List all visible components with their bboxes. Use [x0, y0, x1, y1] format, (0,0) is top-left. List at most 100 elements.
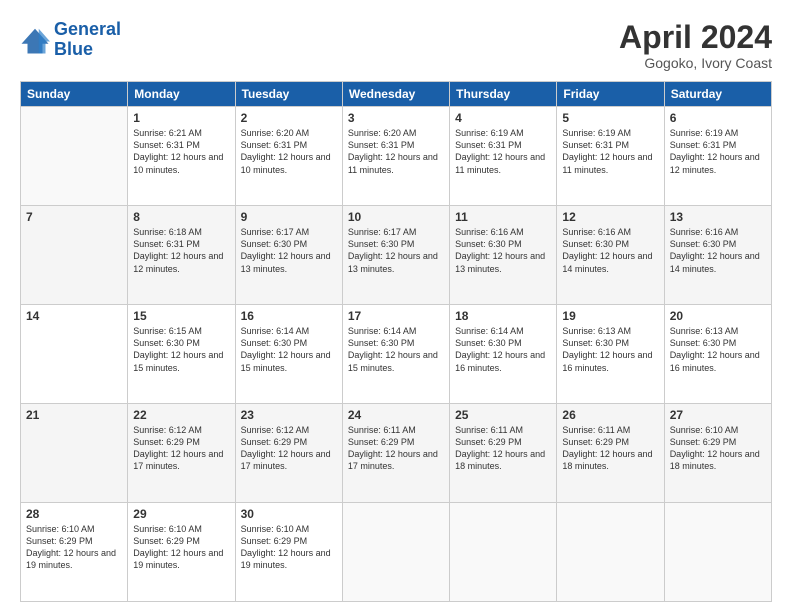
calendar-day-cell: [342, 503, 449, 602]
calendar-day-cell: 21: [21, 404, 128, 503]
calendar-day-cell: 7: [21, 206, 128, 305]
calendar-day-cell: 14: [21, 305, 128, 404]
calendar-day-cell: [450, 503, 557, 602]
day-info: Sunrise: 6:17 AM Sunset: 6:30 PM Dayligh…: [241, 226, 337, 275]
calendar-day-cell: 3Sunrise: 6:20 AM Sunset: 6:31 PM Daylig…: [342, 107, 449, 206]
calendar-day-cell: 1Sunrise: 6:21 AM Sunset: 6:31 PM Daylig…: [128, 107, 235, 206]
day-info: Sunrise: 6:14 AM Sunset: 6:30 PM Dayligh…: [348, 325, 444, 374]
day-number: 3: [348, 111, 444, 125]
calendar-day-cell: [557, 503, 664, 602]
day-info: Sunrise: 6:10 AM Sunset: 6:29 PM Dayligh…: [133, 523, 229, 572]
day-info: Sunrise: 6:10 AM Sunset: 6:29 PM Dayligh…: [670, 424, 766, 473]
day-number: 30: [241, 507, 337, 521]
calendar-day-cell: 24 Sunrise: 6:11 AM Sunset: 6:29 PM Dayli…: [342, 404, 449, 503]
calendar-table: SundayMondayTuesdayWednesdayThursdayFrid…: [20, 81, 772, 602]
calendar-day-header: Wednesday: [342, 82, 449, 107]
calendar-day-cell: [21, 107, 128, 206]
day-info: Sunrise: 6:15 AM Sunset: 6:30 PM Dayligh…: [133, 325, 229, 374]
day-number: 13: [670, 210, 766, 224]
day-info: Sunrise: 6:13 AM Sunset: 6:30 PM Dayligh…: [670, 325, 766, 374]
calendar-header: SundayMondayTuesdayWednesdayThursdayFrid…: [21, 82, 772, 107]
calendar-day-cell: 17Sunrise: 6:14 AM Sunset: 6:30 PM Dayli…: [342, 305, 449, 404]
day-number: 12: [562, 210, 658, 224]
day-info: Sunrise: 6:16 AM Sunset: 6:30 PM Dayligh…: [670, 226, 766, 275]
calendar-day-cell: 26 Sunrise: 6:11 AM Sunset: 6:29 PM Dayli…: [557, 404, 664, 503]
day-number: 20: [670, 309, 766, 323]
day-number: 5: [562, 111, 658, 125]
calendar-day-cell: 9 Sunrise: 6:17 AM Sunset: 6:30 PM Daylig…: [235, 206, 342, 305]
calendar-day-cell: 15 Sunrise: 6:15 AM Sunset: 6:30 PM Dayli…: [128, 305, 235, 404]
day-info: Sunrise: 6:10 AM Sunset: 6:29 PM Dayligh…: [26, 523, 122, 572]
calendar-day-header: Friday: [557, 82, 664, 107]
day-number: 14: [26, 309, 122, 323]
calendar-week-row: 28 Sunrise: 6:10 AM Sunset: 6:29 PM Dayli…: [21, 503, 772, 602]
day-number: 4: [455, 111, 551, 125]
day-number: 9: [241, 210, 337, 224]
day-number: 16: [241, 309, 337, 323]
calendar-day-cell: 22Sunrise: 6:12 AM Sunset: 6:29 PM Dayli…: [128, 404, 235, 503]
calendar-day-cell: 19 Sunrise: 6:13 AM Sunset: 6:30 PM Dayli…: [557, 305, 664, 404]
calendar-day-cell: 27 Sunrise: 6:10 AM Sunset: 6:29 PM Dayli…: [664, 404, 771, 503]
calendar-day-cell: 18Sunrise: 6:14 AM Sunset: 6:30 PM Dayli…: [450, 305, 557, 404]
day-number: 28: [26, 507, 122, 521]
day-info: Sunrise: 6:18 AM Sunset: 6:31 PM Dayligh…: [133, 226, 229, 275]
calendar-week-row: 1Sunrise: 6:21 AM Sunset: 6:31 PM Daylig…: [21, 107, 772, 206]
day-number: 7: [26, 210, 122, 224]
calendar-day-header: Saturday: [664, 82, 771, 107]
calendar-day-cell: 11 Sunrise: 6:16 AM Sunset: 6:30 PM Dayli…: [450, 206, 557, 305]
day-number: 6: [670, 111, 766, 125]
header: General Blue April 2024 Gogoko, Ivory Co…: [20, 20, 772, 71]
day-info: Sunrise: 6:11 AM Sunset: 6:29 PM Dayligh…: [562, 424, 658, 473]
day-info: Sunrise: 6:20 AM Sunset: 6:31 PM Dayligh…: [241, 127, 337, 176]
day-number: 11: [455, 210, 551, 224]
logo: General Blue: [20, 20, 121, 60]
day-info: Sunrise: 6:14 AM Sunset: 6:30 PM Dayligh…: [241, 325, 337, 374]
calendar-day-cell: 20 Sunrise: 6:13 AM Sunset: 6:30 PM Dayli…: [664, 305, 771, 404]
day-info: Sunrise: 6:11 AM Sunset: 6:29 PM Dayligh…: [348, 424, 444, 473]
day-number: 1: [133, 111, 229, 125]
day-number: 8: [133, 210, 229, 224]
day-number: 25: [455, 408, 551, 422]
day-info: Sunrise: 6:16 AM Sunset: 6:30 PM Dayligh…: [455, 226, 551, 275]
day-number: 29: [133, 507, 229, 521]
calendar-day-cell: 10Sunrise: 6:17 AM Sunset: 6:30 PM Dayli…: [342, 206, 449, 305]
calendar-day-cell: 30 Sunrise: 6:10 AM Sunset: 6:29 PM Dayli…: [235, 503, 342, 602]
calendar-body: 1Sunrise: 6:21 AM Sunset: 6:31 PM Daylig…: [21, 107, 772, 602]
calendar-day-cell: 16 Sunrise: 6:14 AM Sunset: 6:30 PM Dayli…: [235, 305, 342, 404]
calendar-week-row: 21 22Sunrise: 6:12 AM Sunset: 6:29 PM Day…: [21, 404, 772, 503]
calendar-day-cell: [664, 503, 771, 602]
calendar-day-cell: 29 Sunrise: 6:10 AM Sunset: 6:29 PM Dayli…: [128, 503, 235, 602]
day-info: Sunrise: 6:12 AM Sunset: 6:29 PM Dayligh…: [133, 424, 229, 473]
calendar-week-row: 78 Sunrise: 6:18 AM Sunset: 6:31 PM Dayli…: [21, 206, 772, 305]
day-info: Sunrise: 6:19 AM Sunset: 6:31 PM Dayligh…: [562, 127, 658, 176]
logo-text: General Blue: [54, 20, 121, 60]
day-number: 2: [241, 111, 337, 125]
day-info: Sunrise: 6:12 AM Sunset: 6:29 PM Dayligh…: [241, 424, 337, 473]
calendar-day-cell: 2 Sunrise: 6:20 AM Sunset: 6:31 PM Daylig…: [235, 107, 342, 206]
calendar-day-header: Tuesday: [235, 82, 342, 107]
calendar-day-cell: 8 Sunrise: 6:18 AM Sunset: 6:31 PM Daylig…: [128, 206, 235, 305]
title-block: April 2024 Gogoko, Ivory Coast: [619, 20, 772, 71]
calendar-day-cell: 5 Sunrise: 6:19 AM Sunset: 6:31 PM Daylig…: [557, 107, 664, 206]
day-number: 26: [562, 408, 658, 422]
calendar-day-header: Monday: [128, 82, 235, 107]
main-title: April 2024: [619, 20, 772, 55]
calendar-header-row: SundayMondayTuesdayWednesdayThursdayFrid…: [21, 82, 772, 107]
calendar-day-header: Sunday: [21, 82, 128, 107]
day-number: 18: [455, 309, 551, 323]
day-number: 24: [348, 408, 444, 422]
day-number: 15: [133, 309, 229, 323]
day-number: 10: [348, 210, 444, 224]
day-info: Sunrise: 6:13 AM Sunset: 6:30 PM Dayligh…: [562, 325, 658, 374]
day-number: 19: [562, 309, 658, 323]
day-info: Sunrise: 6:10 AM Sunset: 6:29 PM Dayligh…: [241, 523, 337, 572]
calendar-day-cell: 13 Sunrise: 6:16 AM Sunset: 6:30 PM Dayli…: [664, 206, 771, 305]
day-info: Sunrise: 6:16 AM Sunset: 6:30 PM Dayligh…: [562, 226, 658, 275]
calendar-day-cell: 4 Sunrise: 6:19 AM Sunset: 6:31 PM Daylig…: [450, 107, 557, 206]
day-info: Sunrise: 6:19 AM Sunset: 6:31 PM Dayligh…: [455, 127, 551, 176]
day-number: 21: [26, 408, 122, 422]
page: General Blue April 2024 Gogoko, Ivory Co…: [0, 0, 792, 612]
day-info: Sunrise: 6:11 AM Sunset: 6:29 PM Dayligh…: [455, 424, 551, 473]
day-number: 27: [670, 408, 766, 422]
calendar-day-cell: 6Sunrise: 6:19 AM Sunset: 6:31 PM Daylig…: [664, 107, 771, 206]
